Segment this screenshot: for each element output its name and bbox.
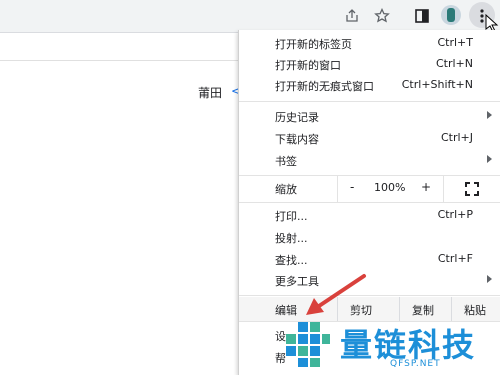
watermark-logo-icon [286, 322, 330, 367]
location-text: 莆田 [198, 86, 223, 100]
submenu-arrow-icon [487, 275, 492, 283]
annotation-arrow-icon [306, 274, 366, 315]
zoom-label: 缩放 [275, 183, 297, 196]
menu-item-shortcut: Ctrl+T [437, 36, 473, 49]
menu-item-cast[interactable]: 投射... [239, 227, 500, 249]
submenu-arrow-icon [487, 111, 492, 119]
menu-item-shortcut: Ctrl+P [437, 208, 473, 221]
watermark-subtext: QFSP.NET [390, 359, 441, 369]
menu-separator [239, 101, 500, 102]
page-divider [0, 60, 240, 61]
browser-toolbar [0, 0, 500, 33]
menu-item-history[interactable]: 历史记录 [239, 106, 500, 128]
menu-item-shortcut: Ctrl+Shift+N [401, 78, 473, 91]
menu-item-shortcut: Ctrl+F [437, 252, 473, 265]
copy-label: 复制 [412, 304, 434, 317]
menu-item-incognito-window[interactable]: 打开新的无痕式窗口 Ctrl+Shift+N [239, 75, 500, 97]
paste-label: 粘贴 [464, 304, 486, 317]
menu-item-label: 打开新的标签页 [275, 38, 352, 51]
menu-separator [239, 202, 500, 203]
share-icon[interactable] [342, 6, 362, 26]
menu-item-label: 打印... [275, 210, 308, 223]
menu-item-find[interactable]: 查找... Ctrl+F [239, 249, 500, 271]
menu-item-label: 打开新的无痕式窗口 [275, 80, 374, 93]
menu-item-label: 书签 [275, 155, 297, 168]
watermark: 量链科技 QFSP.NET [282, 318, 497, 373]
zoom-out-button[interactable]: - [350, 180, 354, 194]
menu-item-shortcut: Ctrl+N [435, 57, 473, 70]
menu-item-new-tab[interactable]: 打开新的标签页 Ctrl+T [239, 33, 500, 55]
menu-item-shortcut: Ctrl+J [440, 131, 473, 144]
side-panel-icon[interactable] [412, 6, 432, 26]
zoom-in-button[interactable]: + [421, 180, 431, 194]
menu-item-label: 投射... [275, 232, 308, 245]
menu-item-print[interactable]: 打印... Ctrl+P [239, 205, 500, 227]
menu-item-new-window[interactable]: 打开新的窗口 Ctrl+N [239, 54, 500, 76]
profile-avatar[interactable] [441, 5, 461, 25]
menu-zoom-row: 缩放 - 100% + [239, 176, 500, 202]
menu-item-label: 查找... [275, 254, 308, 267]
menu-item-bookmarks[interactable]: 书签 [239, 150, 500, 172]
bookmark-star-icon[interactable] [372, 6, 392, 26]
menu-item-label: 下载内容 [275, 133, 319, 146]
menu-item-label: 打开新的窗口 [275, 59, 341, 72]
zoom-value: 100% [374, 181, 406, 194]
fullscreen-icon[interactable] [465, 182, 479, 196]
edit-label: 编辑 [275, 304, 297, 317]
menu-item-downloads[interactable]: 下载内容 Ctrl+J [239, 128, 500, 150]
submenu-arrow-icon [487, 155, 492, 163]
menu-item-label: 历史记录 [275, 111, 319, 124]
